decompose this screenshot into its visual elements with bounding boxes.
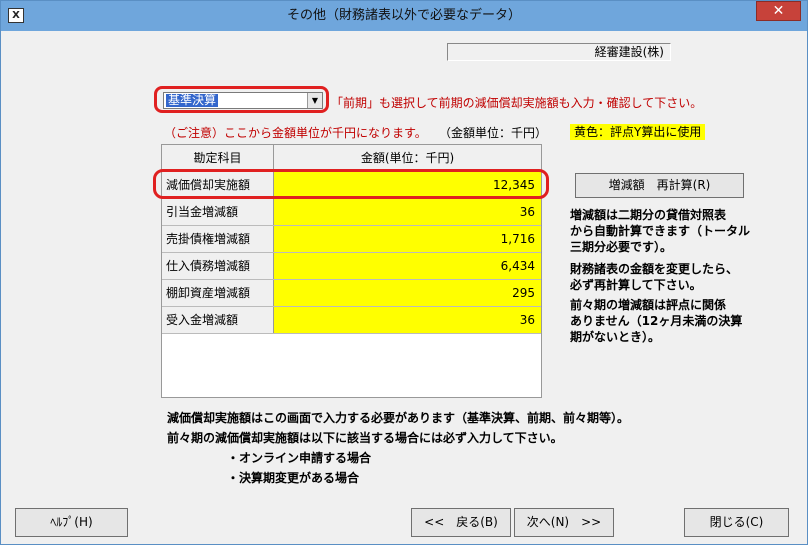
side-note-line: 増減額は二期分の貸借対照表 <box>570 208 727 222</box>
recalculate-button[interactable]: 増減額 再計算(R) <box>575 173 744 198</box>
side-note-recalc: 財務諸表の金額を変更したら、 必ず再計算して下さい。 <box>570 261 738 293</box>
bottom-bullet-period-change: ・決算期変更がある場合 <box>227 471 360 485</box>
side-note-line: 期がないとき）。 <box>570 330 661 344</box>
period-select-value: 基準決算 <box>166 93 219 107</box>
side-note-line: から自動計算できます（トータル <box>570 224 751 238</box>
bottom-note-line2: 前々期の減価償却実施額は以下に該当する場合には必ず入力して下さい。 <box>167 431 563 445</box>
row-name: 引当金増減額 <box>162 199 274 225</box>
amount-cell[interactable]: 36 <box>274 307 541 333</box>
window-title: その他（財務諸表以外で必要なデータ） <box>286 8 521 23</box>
row-name: 棚卸資産増減額 <box>162 280 274 306</box>
dialog-window: X その他（財務諸表以外で必要なデータ） ✕ 経審建設(株) 基準決算 ▼ 「前… <box>0 0 808 545</box>
chevron-down-icon[interactable]: ▼ <box>307 93 322 108</box>
table-row: 仕入債務増減額 6,434 <box>162 253 541 280</box>
side-note-line: 前々期の増減額は評点に関係 <box>570 298 727 312</box>
side-note-line: 三期分必要です）。 <box>570 240 673 254</box>
window-close-button[interactable]: ✕ <box>756 1 801 21</box>
period-select[interactable]: 基準決算 ▼ <box>163 92 323 109</box>
title-bar[interactable]: X その他（財務諸表以外で必要なデータ） ✕ <box>1 1 807 31</box>
bottom-bullet-online: ・オンライン申請する場合 <box>227 451 372 465</box>
table-row: 棚卸資産増減額 295 <box>162 280 541 307</box>
amount-cell[interactable]: 1,716 <box>274 226 541 252</box>
bottom-note-line1: 減価償却実施額はこの画面で入力する必要があります（基準決算、前期、前々期等）。 <box>167 411 630 425</box>
amount-cell[interactable]: 6,434 <box>274 253 541 279</box>
row-name: 売掛債権増減額 <box>162 226 274 252</box>
side-note-line: 必ず再計算して下さい。 <box>570 278 702 292</box>
close-button[interactable]: 閉じる(C) <box>684 508 789 537</box>
row-highlight-outline <box>153 169 549 199</box>
side-note-line: 財務諸表の金額を変更したら、 <box>570 262 739 276</box>
yellow-legend: 黄色：評点Y算出に使用 <box>570 124 706 140</box>
company-name-field: 経審建設(株) <box>447 43 671 61</box>
header-account: 勘定科目 <box>162 145 274 171</box>
unit-label: （金額単位：千円） <box>439 126 548 140</box>
caution-text: （ご注意）ここから金額単位が千円になります。 <box>164 126 427 140</box>
row-name: 受入金増減額 <box>162 307 274 333</box>
period-select-note: 「前期」も選択して前期の減価償却実施額も入力・確認して下さい。 <box>331 96 703 110</box>
amount-cell[interactable]: 36 <box>274 199 541 225</box>
header-amount: 金額(単位：千円) <box>360 151 455 165</box>
back-button[interactable]: << 戻る(B) <box>411 508 511 537</box>
side-note-line: ありません（12ヶ月未満の決算 <box>570 314 743 328</box>
side-note-auto-calc: 増減額は二期分の貸借対照表 から自動計算できます（トータル 三期分必要です）。 <box>570 207 750 255</box>
next-button[interactable]: 次へ(N) >> <box>514 508 614 537</box>
amount-cell[interactable]: 295 <box>274 280 541 306</box>
help-button[interactable]: ﾍﾙﾌﾟ(H) <box>15 508 128 537</box>
table-row: 引当金増減額 36 <box>162 199 541 226</box>
table-row: 売掛債権増減額 1,716 <box>162 226 541 253</box>
grid-header: 勘定科目 金額(単位：千円) <box>162 145 541 172</box>
side-note-prior: 前々期の増減額は評点に関係 ありません（12ヶ月未満の決算 期がないとき）。 <box>570 297 742 345</box>
row-name: 仕入債務増減額 <box>162 253 274 279</box>
dialog-body: 経審建設(株) 基準決算 ▼ 「前期」も選択して前期の減価償却実施額も入力・確認… <box>7 31 801 540</box>
table-row: 受入金増減額 36 <box>162 307 541 334</box>
